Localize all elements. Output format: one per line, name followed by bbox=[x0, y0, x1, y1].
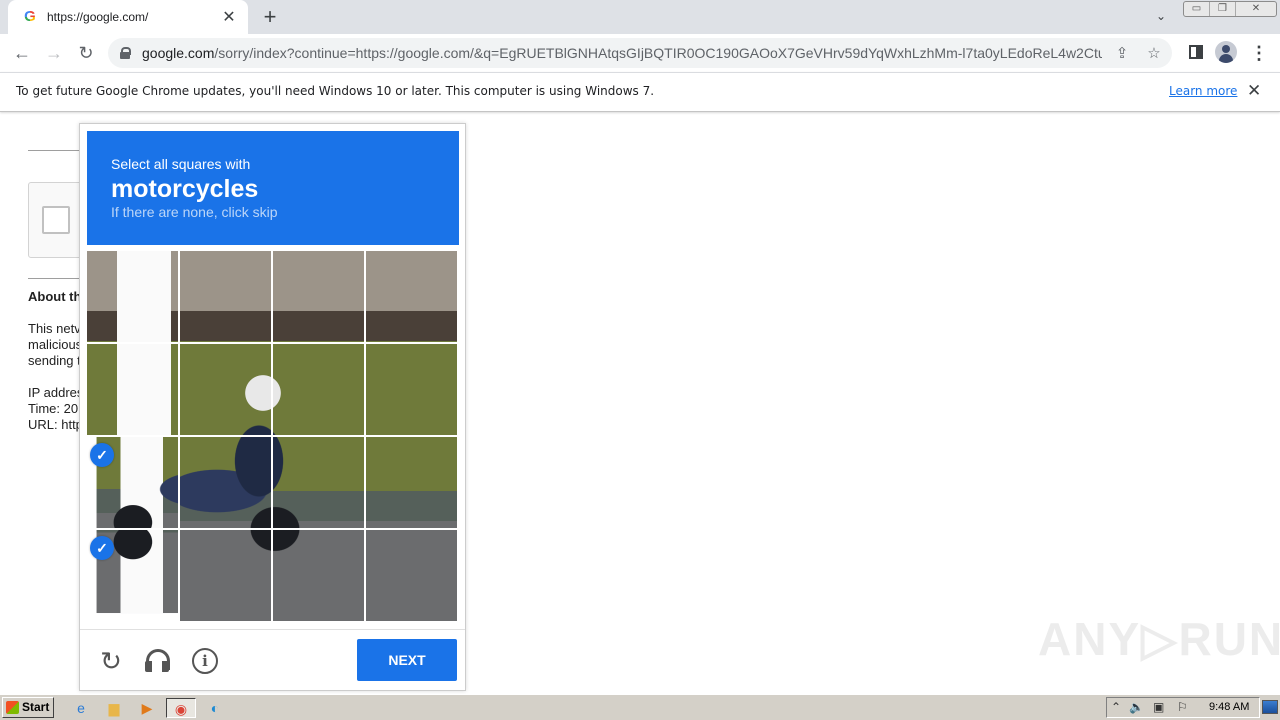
share-icon[interactable]: ⇪ bbox=[1112, 44, 1132, 62]
tile-image bbox=[366, 530, 457, 621]
lock-icon[interactable] bbox=[120, 47, 131, 59]
file-explorer-icon[interactable]: ▆ bbox=[103, 698, 125, 718]
next-button[interactable]: NEXT bbox=[357, 639, 457, 681]
tile-image bbox=[273, 530, 364, 621]
anyrun-watermark: ANY▷RUN bbox=[1038, 613, 1280, 665]
restore-button[interactable]: ❐ bbox=[1210, 2, 1236, 16]
clock[interactable]: 9:48 AM bbox=[1209, 701, 1249, 713]
reload-button[interactable]: ↻ bbox=[74, 41, 98, 65]
tile-image bbox=[180, 530, 271, 621]
start-button[interactable]: Start bbox=[2, 697, 54, 718]
chrome-icon[interactable]: ◉ bbox=[166, 698, 196, 718]
menu-dots-icon[interactable]: ⋮ bbox=[1249, 43, 1269, 63]
browser-toolbar: ← → ↻ google.com/sorry/index?continue=ht… bbox=[0, 34, 1280, 72]
network-icon[interactable]: ▣ bbox=[1153, 700, 1164, 714]
address-bar[interactable]: google.com/sorry/index?continue=https://… bbox=[108, 38, 1172, 68]
show-desktop-button[interactable] bbox=[1262, 700, 1278, 714]
captcha-tile[interactable] bbox=[273, 530, 364, 621]
tab-search-chevron-icon[interactable]: ⌄ bbox=[1152, 9, 1170, 25]
captcha-tile[interactable] bbox=[180, 530, 271, 621]
tab-google[interactable]: G https://google.com/ ✕ bbox=[8, 0, 248, 34]
tile-image bbox=[273, 251, 364, 342]
tray-chevron-icon[interactable]: ⌃ bbox=[1111, 700, 1121, 714]
captcha-grid: ✓ ✓ bbox=[87, 251, 459, 623]
tile-image bbox=[273, 437, 364, 528]
captcha-tile[interactable] bbox=[366, 437, 457, 528]
infobar-close-icon[interactable]: ✕ bbox=[1247, 81, 1261, 101]
page-paragraph: This netv malicious sending t bbox=[28, 321, 82, 369]
time-line: Time: 20 bbox=[28, 401, 79, 416]
captcha-tile[interactable] bbox=[273, 437, 364, 528]
captcha-hint: If there are none, click skip bbox=[111, 204, 278, 220]
taskbar: Start e ▆ ▶ ◉ ◐ ⌃ 🔈 ▣ ⚐ 9:48 AM bbox=[0, 694, 1280, 720]
tab-close-icon[interactable]: ✕ bbox=[220, 7, 238, 27]
window-controls: ▭ ❐ ✕ bbox=[1183, 1, 1277, 17]
check-icon: ✓ bbox=[90, 536, 114, 560]
tile-image bbox=[180, 437, 271, 528]
tab-strip: G https://google.com/ ✕ + ⌄ ▭ ❐ ✕ bbox=[0, 0, 1280, 34]
tile-image bbox=[180, 251, 271, 342]
headphones-icon[interactable] bbox=[144, 648, 170, 674]
tile-image bbox=[366, 437, 457, 528]
action-center-flag-icon[interactable]: ⚐ bbox=[1177, 700, 1188, 714]
paragraph-line: This netv bbox=[28, 321, 81, 336]
profile-avatar[interactable] bbox=[1215, 41, 1237, 63]
captcha-tile[interactable] bbox=[366, 530, 457, 621]
captcha-tile[interactable]: ✓ bbox=[87, 530, 178, 621]
learn-more-link[interactable]: Learn more bbox=[1169, 84, 1237, 98]
update-infobar: To get future Google Chrome updates, you… bbox=[0, 72, 1280, 112]
new-tab-button[interactable]: + bbox=[258, 5, 282, 29]
url-text[interactable]: google.com/sorry/index?continue=https://… bbox=[142, 45, 1102, 61]
check-icon: ✓ bbox=[90, 443, 114, 467]
tab-title: https://google.com/ bbox=[47, 10, 149, 24]
paragraph-line: malicious bbox=[28, 337, 83, 352]
bookmark-star-icon[interactable]: ☆ bbox=[1144, 44, 1164, 62]
close-window-button[interactable]: ✕ bbox=[1236, 2, 1276, 16]
side-panel-icon[interactable] bbox=[1186, 43, 1206, 63]
tile-image bbox=[273, 344, 364, 435]
google-g-icon: G bbox=[22, 9, 38, 25]
captcha-tile[interactable] bbox=[87, 251, 178, 342]
captcha-tile[interactable] bbox=[180, 344, 271, 435]
tile-image bbox=[87, 251, 178, 342]
minimize-button[interactable]: ▭ bbox=[1184, 2, 1210, 16]
captcha-tile[interactable] bbox=[366, 251, 457, 342]
internet-explorer-icon[interactable]: e bbox=[70, 698, 92, 718]
forward-button[interactable]: → bbox=[42, 41, 66, 65]
captcha-footer: ↻ i NEXT bbox=[80, 629, 465, 691]
tile-image bbox=[180, 344, 271, 435]
captcha-tile[interactable] bbox=[366, 344, 457, 435]
edge-icon[interactable]: ◐ bbox=[204, 698, 226, 718]
recaptcha-checkbox[interactable] bbox=[42, 206, 70, 234]
page-info: IP addres Time: 20 URL: http bbox=[28, 385, 83, 433]
captcha-tile[interactable] bbox=[273, 344, 364, 435]
captcha-target: motorcycles bbox=[111, 175, 259, 203]
captcha-tile[interactable] bbox=[180, 251, 271, 342]
tile-image bbox=[366, 344, 457, 435]
tile-image bbox=[366, 251, 457, 342]
volume-icon[interactable]: 🔈 bbox=[1129, 700, 1144, 714]
captcha-instruction: Select all squares with bbox=[111, 156, 251, 172]
back-button[interactable]: ← bbox=[10, 41, 34, 65]
captcha-tile[interactable]: ✓ bbox=[87, 437, 178, 528]
media-player-icon[interactable]: ▶ bbox=[136, 698, 158, 718]
captcha-tile[interactable] bbox=[180, 437, 271, 528]
tile-image bbox=[87, 344, 178, 435]
ip-address-line: IP addres bbox=[28, 385, 84, 400]
reload-icon[interactable]: ↻ bbox=[98, 648, 124, 674]
captcha-tile[interactable] bbox=[273, 251, 364, 342]
paragraph-line: sending t bbox=[28, 353, 81, 368]
info-icon[interactable]: i bbox=[192, 648, 218, 674]
captcha-challenge: Select all squares with motorcycles If t… bbox=[79, 123, 466, 691]
captcha-header: Select all squares with motorcycles If t… bbox=[87, 131, 459, 245]
infobar-message: To get future Google Chrome updates, you… bbox=[16, 84, 655, 98]
captcha-tile[interactable] bbox=[87, 344, 178, 435]
url-line: URL: http bbox=[28, 417, 83, 432]
about-heading: About th bbox=[28, 289, 82, 304]
